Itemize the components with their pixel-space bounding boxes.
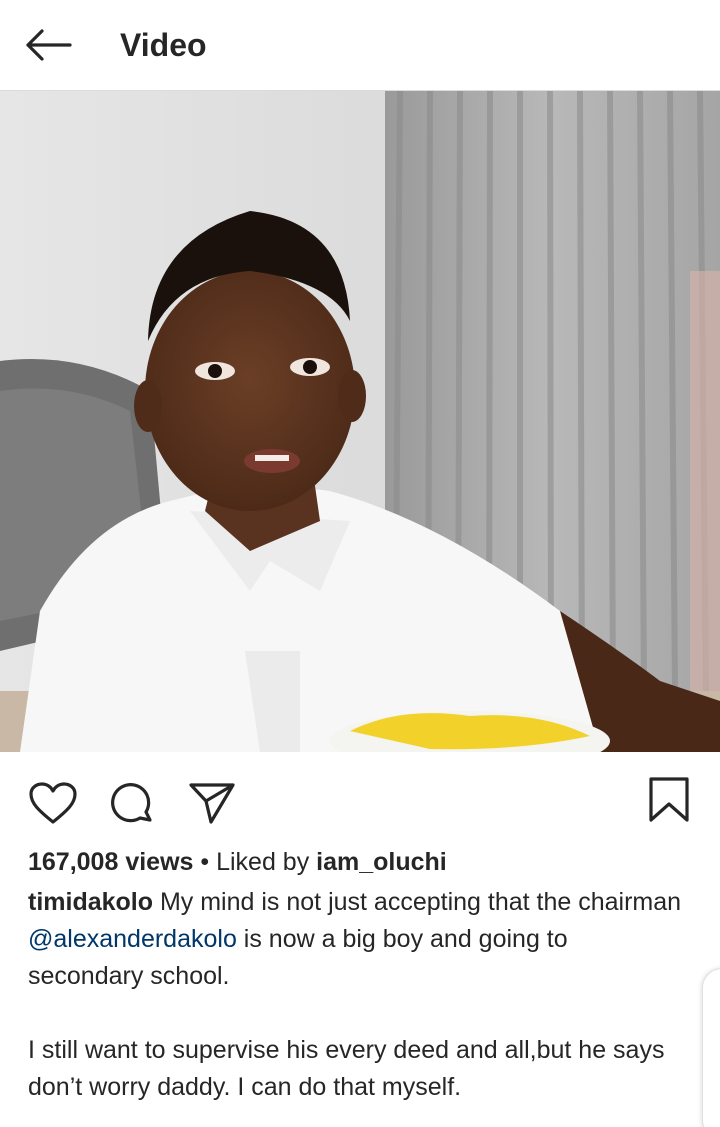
paper-plane-icon[interactable] (188, 780, 236, 831)
post-action-bar (0, 752, 720, 842)
page-title: Video (120, 27, 207, 63)
caption-paragraph-2: I still want to supervise his every deed… (28, 1036, 665, 1101)
video-post-screen: Video 167,008 views • Liked by iam_oluch… (0, 0, 720, 1127)
comment-icon[interactable] (110, 782, 156, 833)
caption-mention-link[interactable]: @alexanderdakolo (28, 925, 237, 953)
edge-tab[interactable] (702, 968, 720, 1127)
top-app-bar: Video (0, 0, 720, 91)
video-player[interactable] (0, 91, 720, 752)
post-caption: timidakolo My mind is not just accepting… (28, 884, 688, 1106)
bookmark-icon[interactable] (648, 776, 690, 829)
caption-paragraph-1: timidakolo My mind is not just accepting… (28, 884, 688, 995)
view-count[interactable]: 167,008 views (28, 848, 193, 876)
heart-icon[interactable] (28, 782, 78, 831)
liked-by-username[interactable]: iam_oluchi (316, 848, 447, 876)
caption-text-part1: My mind is not just accepting that the c… (153, 888, 682, 916)
separator-dot: • (193, 848, 217, 876)
engagement-summary: 167,008 views • Liked by iam_oluchi (28, 846, 447, 878)
back-button[interactable] (18, 22, 76, 68)
liked-by-label: Liked by (216, 848, 317, 876)
caption-username[interactable]: timidakolo (28, 888, 153, 916)
